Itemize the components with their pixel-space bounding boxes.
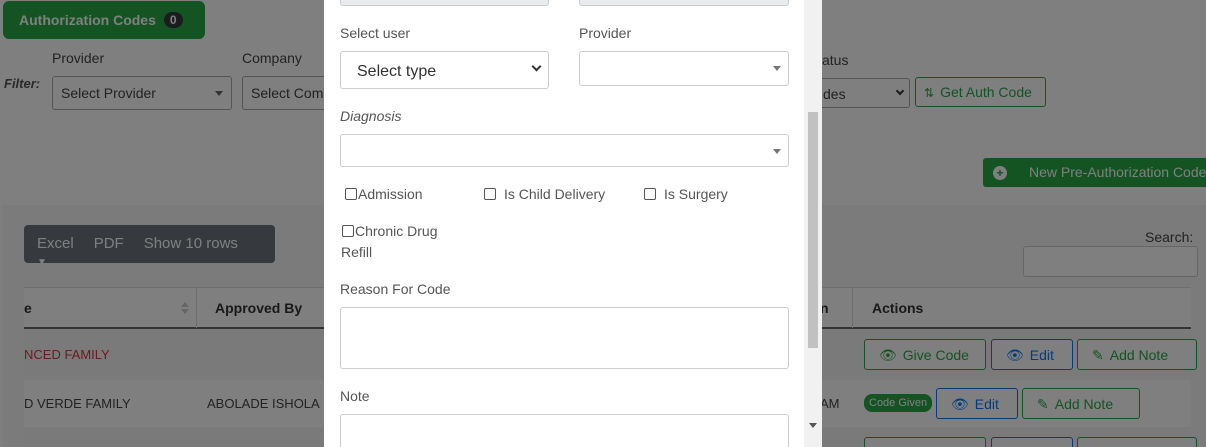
authorization-code-modal: Select user Select type Provider Diagnos… [324,0,822,447]
surgery-label: Is Surgery [664,186,728,202]
diagnosis-select[interactable] [340,134,789,167]
select-user-label: Select user [340,25,411,41]
caret-down-icon [773,66,781,71]
scroll-down-arrow-icon[interactable] [809,423,817,428]
modal-body: Select user Select type Provider Diagnos… [324,0,804,447]
chevron-down-icon [531,61,542,72]
note-textarea[interactable] [340,414,789,447]
select-user-value: Select type [357,63,437,80]
select-user-dropdown[interactable]: Select type [340,51,549,89]
top-field-right[interactable] [579,0,789,6]
provider-label: Provider [579,25,632,41]
surgery-checkbox[interactable] [644,188,656,200]
child-delivery-checkbox[interactable] [484,188,496,200]
chronic-drug-label-line1: Chronic Drug [355,223,438,239]
note-label: Note [340,388,370,404]
chronic-drug-label-line2: Refill [341,244,373,260]
scrollbar-thumb[interactable] [808,112,818,348]
admission-label: Admission [358,186,423,202]
child-delivery-label: Is Child Delivery [504,186,606,202]
diagnosis-label: Diagnosis [340,108,402,124]
modal-scrollbar[interactable] [804,0,822,447]
top-field-left[interactable] [340,0,549,6]
chronic-drug-refill-checkbox[interactable] [342,225,354,237]
reason-for-code-textarea[interactable] [340,307,789,369]
caret-down-icon [773,149,781,154]
reason-for-code-label: Reason For Code [340,281,451,297]
admission-checkbox[interactable] [345,188,357,200]
provider-select[interactable] [579,51,789,86]
